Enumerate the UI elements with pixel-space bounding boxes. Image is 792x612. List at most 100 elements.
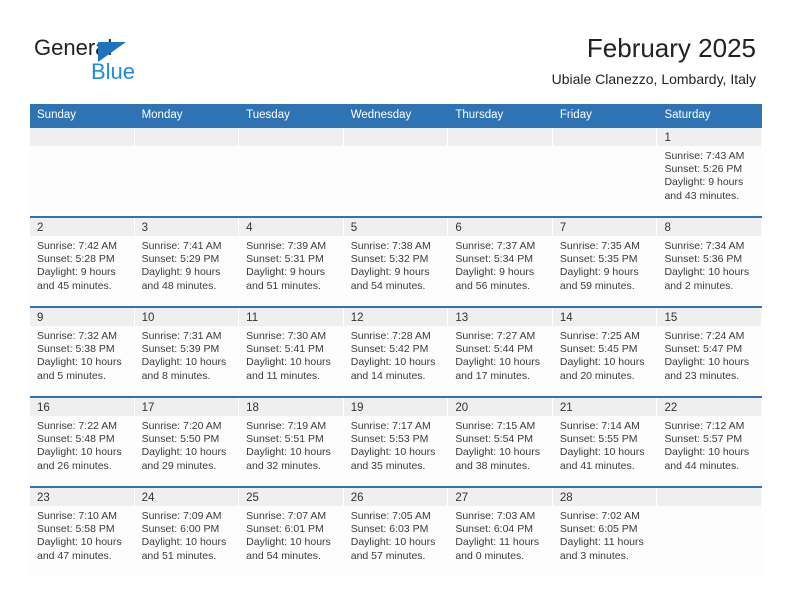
day-number-band bbox=[448, 128, 553, 146]
daylight-text-line1: Daylight: 10 hours bbox=[664, 446, 750, 459]
day-details: Sunrise: 7:27 AM Sunset: 5:44 PM Dayligh… bbox=[448, 326, 553, 383]
sunset-text: Sunset: 6:05 PM bbox=[559, 523, 638, 536]
day-number-band: 28 bbox=[552, 488, 658, 506]
day-cell[interactable]: 15 Sunrise: 7:24 AM Sunset: 5:47 PM Dayl… bbox=[657, 308, 763, 396]
sunset-text: Sunset: 5:45 PM bbox=[559, 343, 638, 356]
day-cell[interactable]: 16 Sunrise: 7:22 AM Sunset: 5:48 PM Dayl… bbox=[30, 398, 135, 486]
sunset-text: Sunset: 5:29 PM bbox=[141, 253, 220, 266]
day-cell[interactable]: 25 Sunrise: 7:07 AM Sunset: 6:01 PM Dayl… bbox=[239, 488, 344, 576]
daylight-text-line2: and 32 minutes. bbox=[246, 459, 321, 472]
sunrise-text: Sunrise: 7:28 AM bbox=[350, 330, 431, 342]
day-cell[interactable]: 27 Sunrise: 7:03 AM Sunset: 6:04 PM Dayl… bbox=[448, 488, 553, 576]
day-cell[interactable]: 13 Sunrise: 7:27 AM Sunset: 5:44 PM Dayl… bbox=[448, 308, 553, 396]
day-cell[interactable]: 1 Sunrise: 7:43 AM Sunset: 5:26 PM Dayli… bbox=[657, 128, 763, 216]
daylight-text-line1: Daylight: 10 hours bbox=[141, 536, 227, 549]
day-cell[interactable]: 23 Sunrise: 7:10 AM Sunset: 5:58 PM Dayl… bbox=[30, 488, 135, 576]
day-number-band: 7 bbox=[552, 218, 658, 236]
day-details: Sunrise: 7:30 AM Sunset: 5:41 PM Dayligh… bbox=[239, 326, 344, 383]
day-cell[interactable]: 18 Sunrise: 7:19 AM Sunset: 5:51 PM Dayl… bbox=[239, 398, 344, 486]
day-number-band: 12 bbox=[343, 308, 449, 326]
day-cell[interactable]: 28 Sunrise: 7:02 AM Sunset: 6:05 PM Dayl… bbox=[552, 488, 658, 576]
sunset-text: Sunset: 5:31 PM bbox=[246, 253, 324, 266]
day-cell[interactable] bbox=[448, 128, 553, 216]
sunset-text: Sunset: 5:51 PM bbox=[246, 433, 324, 446]
day-number-band bbox=[343, 128, 449, 146]
day-number-band: 9 bbox=[30, 308, 135, 326]
sunrise-text: Sunrise: 7:15 AM bbox=[455, 420, 536, 432]
day-cell[interactable]: 7 Sunrise: 7:35 AM Sunset: 5:35 PM Dayli… bbox=[552, 218, 658, 306]
day-cell[interactable]: 6 Sunrise: 7:37 AM Sunset: 5:34 PM Dayli… bbox=[448, 218, 553, 306]
day-details: Sunrise: 7:14 AM Sunset: 5:55 PM Dayligh… bbox=[553, 416, 658, 473]
day-cell[interactable]: 5 Sunrise: 7:38 AM Sunset: 5:32 PM Dayli… bbox=[343, 218, 449, 306]
daylight-text-line2: and 56 minutes. bbox=[455, 279, 531, 292]
sunset-text: Sunset: 5:47 PM bbox=[664, 343, 743, 356]
sunset-text: Sunset: 5:48 PM bbox=[37, 433, 115, 446]
day-cell[interactable] bbox=[30, 128, 135, 216]
day-cell[interactable] bbox=[343, 128, 449, 216]
weekday-header-row: Sunday Monday Tuesday Wednesday Thursday… bbox=[30, 104, 762, 126]
day-number: 26 bbox=[350, 492, 364, 504]
sunset-text: Sunset: 5:57 PM bbox=[664, 433, 743, 446]
day-cell[interactable]: 17 Sunrise: 7:20 AM Sunset: 5:50 PM Dayl… bbox=[134, 398, 240, 486]
daylight-text-line2: and 51 minutes. bbox=[141, 549, 217, 562]
week-row: 1 Sunrise: 7:43 AM Sunset: 5:26 PM Dayli… bbox=[30, 126, 763, 216]
daylight-text-line2: and 29 minutes. bbox=[141, 459, 217, 472]
day-cell[interactable] bbox=[134, 128, 240, 216]
day-cell[interactable]: 14 Sunrise: 7:25 AM Sunset: 5:45 PM Dayl… bbox=[552, 308, 658, 396]
daylight-text-line1: Daylight: 10 hours bbox=[37, 446, 122, 459]
day-details: Sunrise: 7:31 AM Sunset: 5:39 PM Dayligh… bbox=[135, 326, 240, 383]
day-number-band: 11 bbox=[239, 308, 344, 326]
day-cell[interactable]: 12 Sunrise: 7:28 AM Sunset: 5:42 PM Dayl… bbox=[343, 308, 449, 396]
day-cell[interactable] bbox=[239, 128, 344, 216]
day-number-band: 8 bbox=[657, 218, 763, 236]
weekday-header-friday: Friday bbox=[559, 109, 592, 121]
day-cell[interactable]: 10 Sunrise: 7:31 AM Sunset: 5:39 PM Dayl… bbox=[134, 308, 240, 396]
day-number-band: 24 bbox=[134, 488, 240, 506]
day-number: 17 bbox=[141, 402, 155, 414]
day-cell[interactable]: 26 Sunrise: 7:05 AM Sunset: 6:03 PM Dayl… bbox=[343, 488, 449, 576]
day-number: 27 bbox=[455, 492, 469, 504]
sunrise-text: Sunrise: 7:24 AM bbox=[664, 330, 745, 342]
day-cell[interactable]: 19 Sunrise: 7:17 AM Sunset: 5:53 PM Dayl… bbox=[343, 398, 449, 486]
day-cell[interactable] bbox=[657, 488, 763, 576]
daylight-text-line2: and 8 minutes. bbox=[141, 369, 211, 382]
daylight-text-line2: and 41 minutes. bbox=[559, 459, 635, 472]
day-number: 13 bbox=[455, 312, 469, 324]
day-number: 19 bbox=[350, 402, 364, 414]
day-number-band bbox=[552, 128, 658, 146]
sunrise-text: Sunrise: 7:07 AM bbox=[246, 510, 327, 522]
daylight-text-line1: Daylight: 10 hours bbox=[664, 356, 750, 369]
location-subtitle: Ubiale Clanezzo, Lombardy, Italy bbox=[551, 71, 756, 87]
day-number-band: 21 bbox=[552, 398, 658, 416]
day-number: 2 bbox=[37, 222, 44, 234]
day-cell[interactable]: 11 Sunrise: 7:30 AM Sunset: 5:41 PM Dayl… bbox=[239, 308, 344, 396]
sunrise-text: Sunrise: 7:34 AM bbox=[664, 240, 745, 252]
daylight-text-line2: and 45 minutes. bbox=[37, 279, 112, 292]
day-cell[interactable]: 2 Sunrise: 7:42 AM Sunset: 5:28 PM Dayli… bbox=[30, 218, 135, 306]
day-cell[interactable]: 20 Sunrise: 7:15 AM Sunset: 5:54 PM Dayl… bbox=[448, 398, 553, 486]
day-details: Sunrise: 7:02 AM Sunset: 6:05 PM Dayligh… bbox=[553, 506, 658, 563]
day-number-band: 3 bbox=[134, 218, 240, 236]
sunrise-text: Sunrise: 7:17 AM bbox=[350, 420, 431, 432]
daylight-text-line1: Daylight: 9 hours bbox=[664, 176, 744, 189]
sunset-text: Sunset: 5:32 PM bbox=[350, 253, 429, 266]
day-number-band: 16 bbox=[30, 398, 135, 416]
sunrise-text: Sunrise: 7:03 AM bbox=[455, 510, 536, 522]
day-number-band: 15 bbox=[657, 308, 763, 326]
day-cell[interactable]: 22 Sunrise: 7:12 AM Sunset: 5:57 PM Dayl… bbox=[657, 398, 763, 486]
general-blue-logo[interactable]: General Blue bbox=[34, 36, 214, 86]
day-cell[interactable] bbox=[552, 128, 658, 216]
day-details: Sunrise: 7:24 AM Sunset: 5:47 PM Dayligh… bbox=[657, 326, 762, 383]
weekday-header-saturday: Saturday bbox=[664, 109, 711, 121]
day-cell[interactable]: 21 Sunrise: 7:14 AM Sunset: 5:55 PM Dayl… bbox=[552, 398, 658, 486]
day-number-band: 27 bbox=[448, 488, 553, 506]
day-cell[interactable]: 4 Sunrise: 7:39 AM Sunset: 5:31 PM Dayli… bbox=[239, 218, 344, 306]
day-cell[interactable]: 8 Sunrise: 7:34 AM Sunset: 5:36 PM Dayli… bbox=[657, 218, 763, 306]
sunrise-text: Sunrise: 7:22 AM bbox=[37, 420, 117, 432]
day-cell[interactable]: 24 Sunrise: 7:09 AM Sunset: 6:00 PM Dayl… bbox=[134, 488, 240, 576]
day-details: Sunrise: 7:19 AM Sunset: 5:51 PM Dayligh… bbox=[239, 416, 344, 473]
day-cell[interactable]: 3 Sunrise: 7:41 AM Sunset: 5:29 PM Dayli… bbox=[134, 218, 240, 306]
day-number-band: 22 bbox=[657, 398, 763, 416]
daylight-text-line1: Daylight: 9 hours bbox=[141, 266, 221, 279]
day-cell[interactable]: 9 Sunrise: 7:32 AM Sunset: 5:38 PM Dayli… bbox=[30, 308, 135, 396]
